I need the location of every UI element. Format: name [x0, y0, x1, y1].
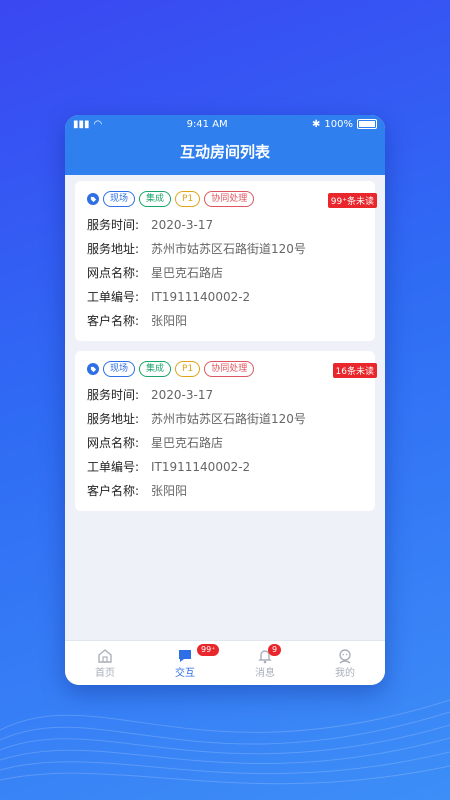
tag-integration: 集成 [139, 191, 172, 207]
field-value: 2020-3-17 [151, 218, 214, 232]
field-service-time: 服务时间: 2020-3-17 [87, 213, 365, 237]
field-label: 服务时间: [87, 388, 140, 402]
tag-icon [87, 193, 99, 205]
field-value: 苏州市姑苏区石路街道120号 [151, 412, 306, 426]
tab-label: 我的 [335, 667, 355, 679]
room-card[interactable]: 现场 集成 P1 协同处理 16条未读 服务时间: 2020-3-17 服务地址:… [75, 351, 377, 511]
tag-collaboration: 协同处理 [204, 361, 255, 377]
field-value: IT1911140002-2 [151, 290, 251, 304]
field-service-time: 服务时间: 2020-3-17 [87, 383, 365, 407]
field-value: 苏州市姑苏区石路街道120号 [151, 242, 306, 256]
field-ticket-number: 工单编号: IT1911140002-2 [87, 455, 365, 479]
field-value: 2020-3-17 [151, 388, 214, 402]
field-customer-name: 客户名称: 张阳阳 [87, 309, 365, 333]
tab-badge: 9 [268, 644, 282, 656]
tag-priority: P1 [175, 361, 201, 377]
tag-onsite: 现场 [103, 361, 136, 377]
field-label: 服务地址: [87, 412, 140, 426]
bottom-tab-bar: 首页 99⁺ 交互 9 消息 我的 [65, 640, 385, 685]
field-label: 客户名称: [87, 314, 140, 328]
tag-onsite: 现场 [103, 191, 136, 207]
wifi-icon: ◠ [93, 118, 103, 130]
battery-icon [357, 119, 377, 129]
field-branch-name: 网点名称: 星巴克石路店 [87, 261, 365, 285]
field-value: 星巴克石路店 [151, 266, 224, 280]
tab-label: 交互 [175, 667, 195, 679]
field-ticket-number: 工单编号: IT1911140002-2 [87, 285, 365, 309]
tab-profile[interactable]: 我的 [305, 641, 385, 685]
room-card[interactable]: 现场 集成 P1 协同处理 99⁺条未读 服务时间: 2020-3-17 服务地址… [75, 181, 377, 341]
field-label: 工单编号: [87, 290, 140, 304]
room-list: 现场 集成 P1 协同处理 99⁺条未读 服务时间: 2020-3-17 服务地址… [65, 175, 385, 527]
user-icon [339, 648, 351, 664]
tab-label: 消息 [255, 667, 275, 679]
app-header: ▮▮▮ ◠ 9:41 AM ✱ 100% 互动房间列表 [65, 115, 385, 175]
field-label: 服务地址: [87, 242, 140, 256]
page-title: 互动房间列表 [179, 143, 270, 161]
field-branch-name: 网点名称: 星巴克石路店 [87, 431, 365, 455]
tab-home[interactable]: 首页 [65, 641, 145, 685]
tag-icon [87, 363, 99, 375]
unread-badge: 99⁺条未读 [327, 193, 377, 208]
tab-messages[interactable]: 9 消息 [225, 641, 305, 685]
tag-row: 现场 集成 P1 协同处理 [87, 191, 365, 207]
status-bar: ▮▮▮ ◠ 9:41 AM ✱ 100% [65, 115, 385, 133]
field-label: 网点名称: [87, 436, 140, 450]
field-value: 张阳阳 [151, 314, 188, 328]
field-label: 服务时间: [87, 218, 140, 232]
field-label: 工单编号: [87, 460, 140, 474]
field-service-address: 服务地址: 苏州市姑苏区石路街道120号 [87, 407, 365, 431]
phone-frame: ▮▮▮ ◠ 9:41 AM ✱ 100% 互动房间列表 现场 集成 P1 协同处… [65, 115, 385, 685]
chat-icon [179, 649, 191, 662]
field-value: 星巴克石路店 [151, 436, 224, 450]
signal-icon: ▮▮▮ [73, 118, 90, 130]
tag-integration: 集成 [139, 361, 172, 377]
field-service-address: 服务地址: 苏州市姑苏区石路街道120号 [87, 237, 365, 261]
field-label: 网点名称: [87, 266, 140, 280]
status-time: 9:41 AM [186, 118, 228, 130]
field-value: IT1911140002-2 [151, 460, 251, 474]
tab-label: 首页 [95, 667, 115, 679]
bluetooth-icon: ✱ [312, 118, 321, 130]
tab-interaction[interactable]: 99⁺ 交互 [145, 641, 225, 685]
field-label: 客户名称: [87, 484, 140, 498]
tag-collaboration: 协同处理 [204, 191, 255, 207]
home-icon [98, 648, 112, 663]
tab-badge: 99⁺ [197, 644, 220, 656]
tag-row: 现场 集成 P1 协同处理 [87, 361, 365, 377]
tag-priority: P1 [175, 191, 201, 207]
field-customer-name: 客户名称: 张阳阳 [87, 479, 365, 503]
unread-badge: 16条未读 [332, 363, 377, 378]
battery-percent: 100% [324, 118, 353, 130]
field-value: 张阳阳 [151, 484, 188, 498]
